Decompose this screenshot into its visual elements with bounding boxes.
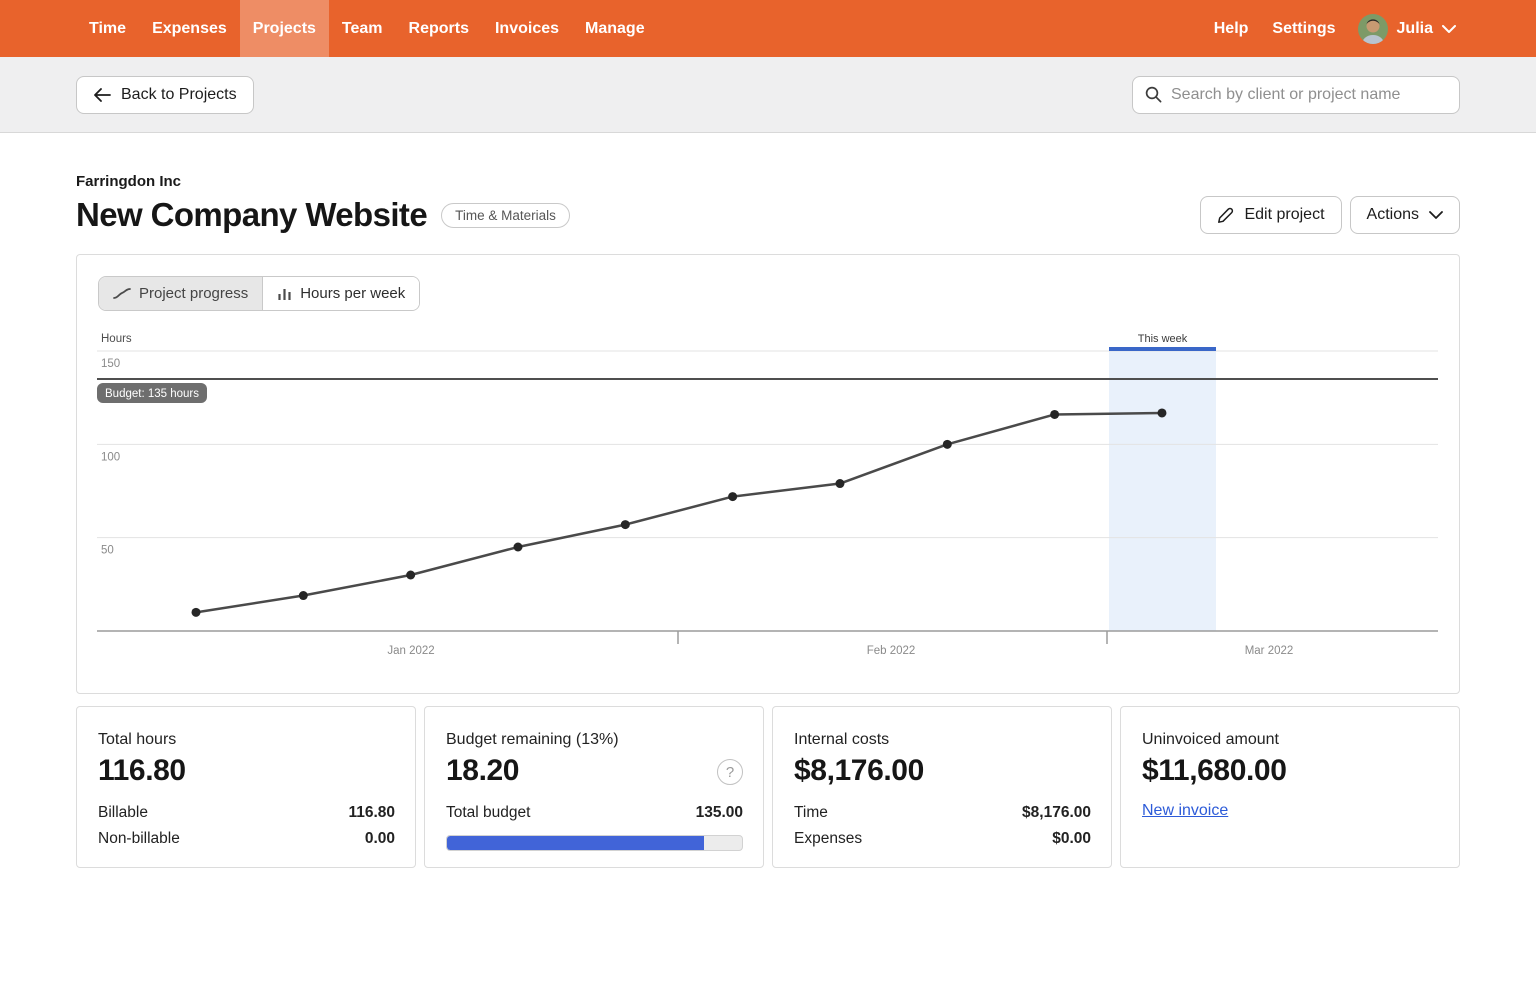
budget-progress-bar <box>446 835 743 851</box>
chart-tabs: Project progress Hours per week <box>98 276 420 311</box>
internal-costs-value: $8,176.00 <box>794 754 1091 788</box>
row-value: 135.00 <box>696 804 743 822</box>
back-to-projects-button[interactable]: Back to Projects <box>76 76 254 114</box>
uninvoiced-amount-card: Uninvoiced amount $11,680.00 New invoice <box>1120 706 1460 868</box>
non-billable-row: Non-billable 0.00 <box>98 826 395 852</box>
nav-manage[interactable]: Manage <box>572 0 658 57</box>
stat-cards: Total hours 116.80 Billable 116.80 Non-b… <box>76 706 1460 868</box>
chart-card: Project progress Hours per week 50 100 150… <box>76 254 1460 694</box>
tab-project-progress-label: Project progress <box>139 285 248 302</box>
card-title: Budget remaining (13%) <box>446 731 743 749</box>
row-value: $8,176.00 <box>1022 804 1091 822</box>
search-icon <box>1145 86 1162 103</box>
budget-remaining-value: 18.20 <box>446 754 743 788</box>
nav-projects[interactable]: Projects <box>240 0 329 57</box>
chart-line <box>196 413 1162 612</box>
project-type-badge: Time & Materials <box>441 203 570 228</box>
chevron-down-icon <box>1442 25 1456 33</box>
chart-point <box>299 591 308 600</box>
chart-point <box>406 571 415 580</box>
row-label: Expenses <box>794 830 862 848</box>
card-title: Uninvoiced amount <box>1142 731 1439 749</box>
actions-label: Actions <box>1367 206 1419 224</box>
user-name: Julia <box>1397 20 1433 38</box>
expenses-cost-row: Expenses $0.00 <box>794 826 1091 852</box>
nav-invoices[interactable]: Invoices <box>482 0 572 57</box>
this-week-band <box>1109 351 1216 631</box>
nav-settings[interactable]: Settings <box>1260 0 1347 57</box>
tab-project-progress[interactable]: Project progress <box>99 277 262 310</box>
search-box <box>1132 76 1460 114</box>
row-label: Time <box>794 804 828 822</box>
tab-hours-per-week-label: Hours per week <box>300 285 405 302</box>
time-cost-row: Time $8,176.00 <box>794 800 1091 826</box>
chart-point <box>943 440 952 449</box>
nav-right: Help Settings Julia <box>1202 0 1460 57</box>
y-axis-label: Hours <box>101 333 132 345</box>
chart-point <box>1157 408 1166 417</box>
edit-project-button[interactable]: Edit project <box>1200 196 1341 234</box>
x-axis-label: Feb 2022 <box>867 645 916 657</box>
project-progress-chart: 50 100 150 Hours Budget: 135 hours Jan 2022 Fe… <box>77 329 1461 664</box>
row-value: 0.00 <box>365 830 395 848</box>
uninvoiced-amount-value: $11,680.00 <box>1142 754 1439 788</box>
chart-point <box>835 479 844 488</box>
budget-label: Budget: 135 hours <box>105 388 199 400</box>
chart-point <box>1050 410 1059 419</box>
total-budget-row: Total budget 135.00 <box>446 800 743 826</box>
chevron-down-icon <box>1429 211 1443 219</box>
chart-point <box>621 520 630 529</box>
y-tick-label: 100 <box>101 451 120 463</box>
y-tick-label: 150 <box>101 358 120 370</box>
this-week-label: This week <box>1138 333 1188 345</box>
client-name: Farringdon Inc <box>76 173 570 190</box>
internal-costs-card: Internal costs $8,176.00 Time $8,176.00 … <box>772 706 1112 868</box>
tab-hours-per-week[interactable]: Hours per week <box>262 277 419 310</box>
title-actions: Edit project Actions <box>1200 196 1460 234</box>
pencil-icon <box>1217 207 1234 224</box>
actions-button[interactable]: Actions <box>1350 196 1460 234</box>
main-content: Farringdon Inc New Company Website Time … <box>0 173 1536 868</box>
chart-point <box>192 608 201 617</box>
edit-project-label: Edit project <box>1244 206 1324 224</box>
nav-help[interactable]: Help <box>1202 0 1261 57</box>
top-nav: Time Expenses Projects Team Reports Invo… <box>0 0 1536 57</box>
avatar <box>1358 14 1388 44</box>
chart-point <box>728 492 737 501</box>
toolbar: Back to Projects <box>0 57 1536 133</box>
card-title: Internal costs <box>794 731 1091 749</box>
nav-team[interactable]: Team <box>329 0 396 57</box>
new-invoice-link[interactable]: New invoice <box>1142 802 1228 820</box>
card-title: Total hours <box>98 731 395 749</box>
row-value: $0.00 <box>1052 830 1091 848</box>
nav-time[interactable]: Time <box>76 0 139 57</box>
x-axis-label: Mar 2022 <box>1245 645 1294 657</box>
title-row: Farringdon Inc New Company Website Time … <box>76 173 1460 234</box>
this-week-bar <box>1109 347 1216 351</box>
budget-progress-fill <box>447 836 704 850</box>
total-hours-value: 116.80 <box>98 754 395 788</box>
budget-remaining-card: Budget remaining (13%) 18.20 ? Total bud… <box>424 706 764 868</box>
nav-reports[interactable]: Reports <box>396 0 482 57</box>
x-axis-label: Jan 2022 <box>387 645 434 657</box>
page-title: New Company Website <box>76 196 427 234</box>
user-menu[interactable]: Julia <box>1348 0 1460 57</box>
back-to-projects-label: Back to Projects <box>121 86 237 104</box>
row-label: Billable <box>98 804 148 822</box>
line-chart-icon <box>113 287 131 300</box>
search-input[interactable] <box>1171 86 1447 104</box>
bar-chart-icon <box>277 287 292 301</box>
chart-point <box>513 543 522 552</box>
total-hours-card: Total hours 116.80 Billable 116.80 Non-b… <box>76 706 416 868</box>
billable-row: Billable 116.80 <box>98 800 395 826</box>
row-label: Non-billable <box>98 830 180 848</box>
main-nav: Time Expenses Projects Team Reports Invo… <box>76 0 658 57</box>
row-value: 116.80 <box>348 804 395 822</box>
row-label: Total budget <box>446 804 530 822</box>
y-tick-label: 50 <box>101 545 114 557</box>
help-icon[interactable]: ? <box>717 759 743 785</box>
nav-expenses[interactable]: Expenses <box>139 0 240 57</box>
arrow-left-icon <box>93 88 111 102</box>
